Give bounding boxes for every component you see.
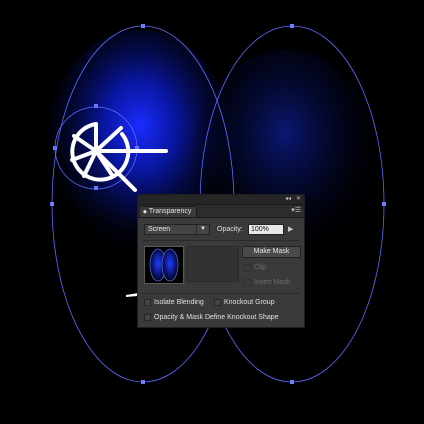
chevron-down-icon[interactable]: ▼ bbox=[196, 225, 209, 234]
tab-collapse-arrow-icon[interactable]: ◆ bbox=[143, 209, 147, 215]
panel-menu-icon[interactable]: ▾☰ bbox=[291, 206, 301, 216]
thumbnail-preview bbox=[149, 248, 179, 282]
tab-transparency[interactable]: ◆ Transparency bbox=[139, 206, 197, 217]
make-mask-button[interactable]: Make Mask bbox=[242, 246, 301, 258]
opacity-label: Opacity: bbox=[217, 226, 243, 233]
knockout-group-checkbox[interactable] bbox=[214, 299, 221, 306]
invert-mask-checkbox[interactable] bbox=[244, 279, 251, 286]
blend-mode-select[interactable]: Screen ▼ bbox=[144, 224, 210, 235]
clip-checkbox[interactable] bbox=[244, 264, 251, 271]
invert-mask-label: Invert Mask bbox=[254, 279, 291, 286]
clip-label: Clip bbox=[254, 264, 267, 271]
isolate-blending-label: Isolate Blending bbox=[154, 299, 204, 306]
panel-tab-row: ◆ Transparency ▾☰ bbox=[138, 205, 304, 218]
collapse-icon[interactable]: ◂◂ bbox=[285, 195, 291, 204]
divider bbox=[142, 240, 300, 241]
panel-top-bar[interactable]: ◂◂ ✕ bbox=[138, 195, 304, 205]
isolate-blending-checkbox[interactable] bbox=[144, 299, 151, 306]
opacity-mask-slot[interactable] bbox=[186, 246, 239, 282]
opacity-mask-knockout-checkbox[interactable] bbox=[144, 314, 151, 321]
tab-title: Transparency bbox=[148, 208, 192, 215]
opacity-mask-knockout-label: Opacity & Mask Define Knockout Shape bbox=[154, 314, 279, 321]
opacity-arrow-icon[interactable]: ▶ bbox=[288, 224, 293, 235]
divider bbox=[142, 293, 300, 294]
opacity-input[interactable]: 100% bbox=[248, 224, 284, 235]
blend-mode-value: Screen bbox=[148, 226, 171, 233]
close-icon[interactable]: ✕ bbox=[296, 195, 301, 204]
transparency-panel: ◂◂ ✕ ◆ Transparency ▾☰ Screen ▼ Opacity: … bbox=[137, 194, 305, 328]
knockout-group-label: Knockout Group bbox=[224, 299, 275, 306]
artwork-thumbnail[interactable] bbox=[144, 246, 184, 284]
